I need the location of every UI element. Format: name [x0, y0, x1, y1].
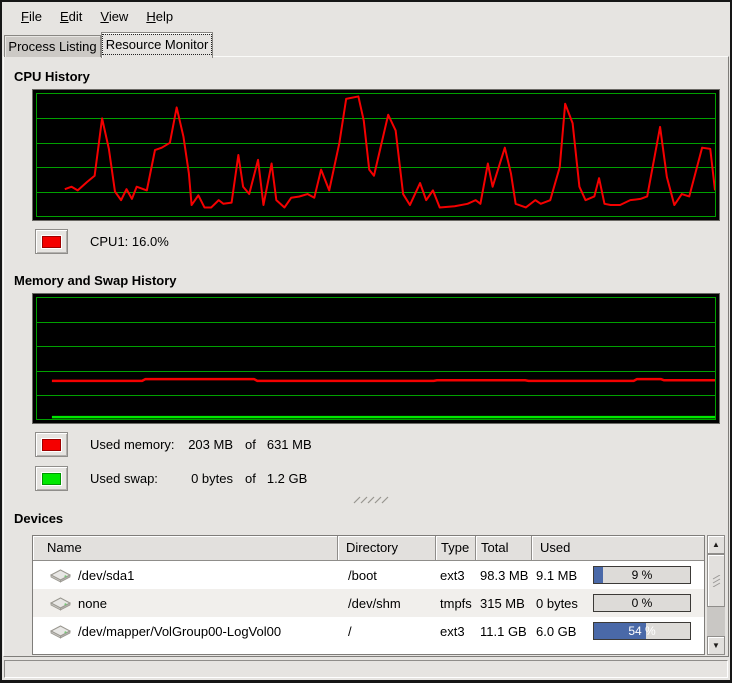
- menu-help[interactable]: Help: [137, 6, 182, 27]
- swap-total-value: 1.2 GB: [267, 471, 307, 486]
- device-used: 9.1 MB: [536, 568, 592, 583]
- device-name: /dev/mapper/VolGroup00-LogVol00: [78, 624, 281, 639]
- device-type: tmpfs: [436, 596, 476, 611]
- device-directory: /: [338, 624, 436, 639]
- memory-total-value: 631 MB: [267, 437, 312, 452]
- device-row[interactable]: /dev/mapper/VolGroup00-LogVol00 / ext3 1…: [33, 617, 704, 645]
- scroll-down-button[interactable]: ▼: [707, 636, 725, 655]
- device-directory: /boot: [338, 568, 436, 583]
- cpu-color-chip: [42, 236, 61, 248]
- menu-edit[interactable]: Edit: [51, 6, 91, 27]
- memory-swap-graph: [32, 293, 720, 424]
- cpu-history-graph: [32, 89, 720, 221]
- harddisk-icon: [49, 567, 72, 583]
- cpu-legend: CPU1: 16.0%: [35, 229, 169, 254]
- memory-legend-row: Used memory: 203 MB of 631 MB: [35, 432, 312, 457]
- tab-label: Resource Monitor: [103, 35, 212, 54]
- harddisk-icon: [49, 595, 72, 611]
- cpu-legend-label: CPU1: 16.0%: [90, 234, 169, 249]
- device-total: 11.1 GB: [476, 624, 532, 639]
- scrollbar-thumb[interactable]: [707, 554, 725, 607]
- cpu-history-title: CPU History: [14, 69, 90, 84]
- tab-resource-monitor[interactable]: Resource Monitor: [101, 32, 213, 58]
- arrow-up-icon: ▲: [712, 540, 720, 549]
- device-directory: /dev/shm: [338, 596, 436, 611]
- grip-icon: [352, 495, 390, 505]
- memory-legend-label: Used memory:: [90, 437, 185, 452]
- scroll-up-button[interactable]: ▲: [707, 535, 725, 554]
- devices-table-body: /dev/sda1 /boot ext3 98.3 MB 9.1 MB 9 % …: [33, 561, 704, 645]
- device-row[interactable]: /dev/sda1 /boot ext3 98.3 MB 9.1 MB 9 %: [33, 561, 704, 589]
- tab-label: Process Listing: [8, 39, 96, 54]
- swap-color-button[interactable]: [35, 466, 68, 491]
- device-total: 315 MB: [476, 596, 532, 611]
- usage-percent-label: 54 %: [594, 623, 690, 639]
- menu-view[interactable]: View: [91, 6, 137, 27]
- device-total: 98.3 MB: [476, 568, 532, 583]
- arrow-down-icon: ▼: [712, 641, 720, 650]
- swap-used-value: 0 bytes: [185, 471, 233, 486]
- column-header-total[interactable]: Total: [476, 536, 532, 561]
- devices-table-header: NameDirectoryTypeTotalUsed: [33, 536, 704, 561]
- cpu-color-button[interactable]: [35, 229, 68, 254]
- device-used: 0 bytes: [536, 596, 592, 611]
- cpu-line-chart: [37, 94, 715, 216]
- usage-progress-bar: 9 %: [593, 566, 691, 584]
- column-header-directory[interactable]: Directory: [338, 536, 436, 561]
- device-name: none: [78, 596, 107, 611]
- system-monitor-window: File Edit View Help Process Listing Reso…: [0, 0, 732, 683]
- device-type: ext3: [436, 624, 476, 639]
- tab-process-listing[interactable]: Process Listing: [4, 35, 101, 57]
- memory-line-chart: [37, 298, 715, 419]
- memory-color-button[interactable]: [35, 432, 68, 457]
- resource-monitor-page: CPU History CPU1: 16.0% Memory and Swap …: [3, 56, 729, 657]
- thumb-grip-icon: [712, 575, 721, 587]
- usage-percent-label: 0 %: [594, 595, 690, 611]
- memory-used-value: 203 MB: [185, 437, 233, 452]
- pane-resize-grip[interactable]: [352, 493, 390, 503]
- devices-title: Devices: [14, 511, 63, 526]
- column-header-type[interactable]: Type: [436, 536, 476, 561]
- swap-legend-label: Used swap:: [90, 471, 185, 486]
- window-content: File Edit View Help Process Listing Reso…: [2, 2, 730, 680]
- of-text: of: [245, 437, 256, 452]
- usage-progress-bar: 54 %: [593, 622, 691, 640]
- of-text: of: [245, 471, 256, 486]
- swap-color-chip: [42, 473, 61, 485]
- menu-file[interactable]: File: [12, 6, 51, 27]
- device-name: /dev/sda1: [78, 568, 134, 583]
- device-used: 6.0 GB: [536, 624, 592, 639]
- menubar: File Edit View Help: [2, 2, 730, 30]
- swap-legend-row: Used swap: 0 bytes of 1.2 GB: [35, 466, 307, 491]
- column-header-used[interactable]: Used: [532, 536, 704, 561]
- usage-percent-label: 9 %: [594, 567, 690, 583]
- status-bar: [4, 660, 728, 678]
- memory-history-title: Memory and Swap History: [14, 273, 177, 288]
- memory-color-chip: [42, 439, 61, 451]
- tab-strip: Process Listing Resource Monitor: [2, 30, 730, 57]
- device-row[interactable]: none /dev/shm tmpfs 315 MB 0 bytes 0 %: [33, 589, 704, 617]
- usage-progress-bar: 0 %: [593, 594, 691, 612]
- column-header-name[interactable]: Name: [33, 536, 338, 561]
- harddisk-icon: [49, 623, 72, 639]
- devices-table: NameDirectoryTypeTotalUsed /dev/sda1 /bo…: [32, 535, 705, 655]
- vertical-scrollbar[interactable]: ▲ ▼: [707, 535, 725, 655]
- device-type: ext3: [436, 568, 476, 583]
